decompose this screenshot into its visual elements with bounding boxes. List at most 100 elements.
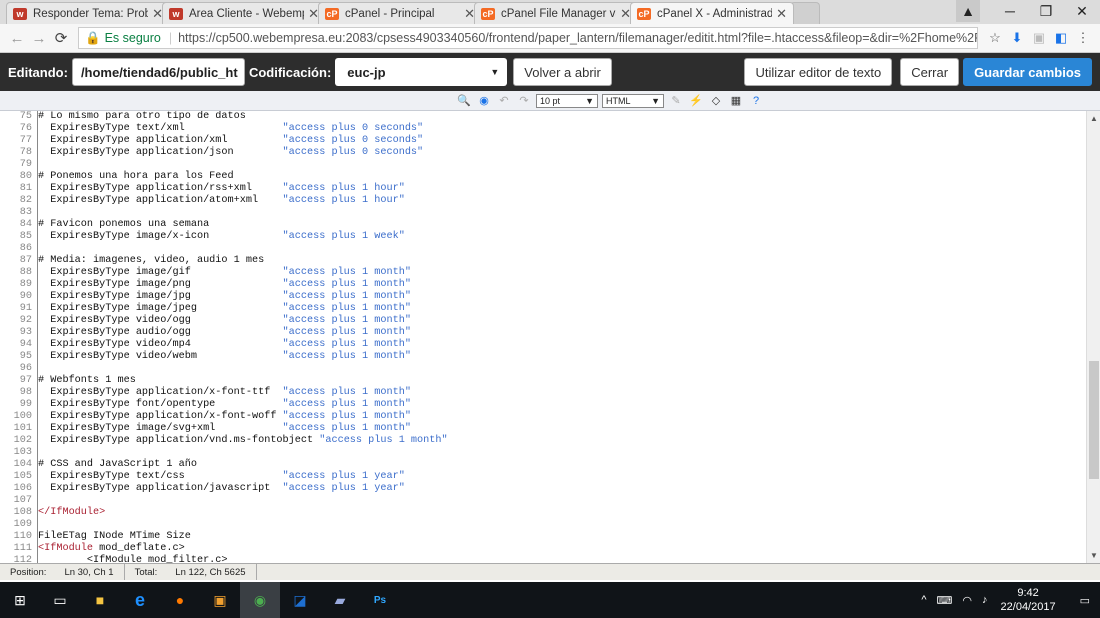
- scroll-down-icon[interactable]: ▼: [1087, 551, 1100, 560]
- new-tab-button[interactable]: [790, 2, 820, 24]
- text-editor-button[interactable]: Utilizar editor de texto: [744, 58, 893, 86]
- close-button[interactable]: Cerrar: [900, 58, 960, 86]
- url-bar[interactable]: 🔒 Es seguro | https://cp500.webempresa.e…: [78, 27, 978, 49]
- close-icon[interactable]: ✕: [776, 6, 787, 22]
- code-line[interactable]: 109: [0, 519, 1086, 531]
- maximize-icon[interactable]: ❐: [1028, 0, 1064, 22]
- code-line[interactable]: 98 ExpiresByType application/x-font-ttf …: [0, 387, 1086, 399]
- vertical-scrollbar[interactable]: ▲ ▼: [1086, 111, 1100, 563]
- code-line[interactable]: 94 ExpiresByType video/mp4 "access plus …: [0, 339, 1086, 351]
- tab-5-active[interactable]: cP cPanel X - Administrador ✕: [630, 2, 794, 24]
- code-line[interactable]: 102 ExpiresByType application/vnd.ms-fon…: [0, 435, 1086, 447]
- code-line[interactable]: 89 ExpiresByType image/png "access plus …: [0, 279, 1086, 291]
- file-explorer-icon[interactable]: ■: [80, 582, 120, 618]
- fullscreen-icon[interactable]: ▦: [728, 93, 744, 109]
- chrome-icon[interactable]: ◉: [240, 582, 280, 618]
- code-line[interactable]: 97 # Webfonts 1 mes: [0, 375, 1086, 387]
- back-icon[interactable]: ←: [6, 30, 28, 47]
- help-icon[interactable]: ?: [748, 93, 764, 109]
- code-line[interactable]: 83: [0, 207, 1086, 219]
- undo-icon[interactable]: ↶: [496, 93, 512, 109]
- scroll-thumb[interactable]: [1089, 361, 1099, 479]
- minimize-icon[interactable]: ─: [992, 0, 1028, 22]
- code-line[interactable]: 75 # Lo mismo para otro tipo de datos: [0, 111, 1086, 123]
- extension-icon[interactable]: ⬇: [1006, 30, 1028, 46]
- volume-icon[interactable]: ♪: [982, 594, 988, 606]
- extension-icon[interactable]: ◧: [1050, 30, 1072, 46]
- menu-icon[interactable]: ⋮: [1072, 30, 1094, 46]
- code-line[interactable]: 111 <IfModule mod_deflate.c>: [0, 543, 1086, 555]
- code-line[interactable]: 90 ExpiresByType image/jpg "access plus …: [0, 291, 1086, 303]
- forward-icon[interactable]: →: [28, 30, 50, 47]
- code-line[interactable]: 76 ExpiresByType text/xml "access plus 0…: [0, 123, 1086, 135]
- code-line[interactable]: 106 ExpiresByType application/javascript…: [0, 483, 1086, 495]
- eraser-icon[interactable]: ◇: [708, 93, 724, 109]
- line-number: 88: [19, 267, 32, 278]
- windows-start-icon[interactable]: ⊞: [0, 582, 40, 618]
- redo-icon[interactable]: ↷: [516, 93, 532, 109]
- clock[interactable]: 9:42 22/04/2017: [1001, 586, 1056, 614]
- code-line[interactable]: 81 ExpiresByType application/rss+xml "ac…: [0, 183, 1086, 195]
- code-line[interactable]: 96: [0, 363, 1086, 375]
- code-line[interactable]: 87 # Media: imagenes, video, audio 1 mes: [0, 255, 1086, 267]
- close-window-icon[interactable]: ✕: [1064, 0, 1100, 22]
- syntax-select[interactable]: HTML ▼: [602, 93, 664, 108]
- tab-1[interactable]: w Responder Tema: Problem ✕: [6, 2, 170, 24]
- tab-3[interactable]: cP cPanel - Principal ✕: [318, 2, 482, 24]
- highlight-icon[interactable]: ✎: [668, 93, 684, 109]
- encoding-select[interactable]: euc-jp ▼: [335, 58, 508, 86]
- string-token: "access plus 1 hour": [282, 195, 405, 206]
- media-icon[interactable]: ▣: [200, 582, 240, 618]
- wand-icon[interactable]: ⚡: [688, 93, 704, 109]
- code-line[interactable]: 112 <IfModule mod_filter.c>: [0, 555, 1086, 563]
- wifi-icon[interactable]: ◠: [962, 594, 972, 607]
- code-content[interactable]: 75 # Lo mismo para otro tipo de datos 76 E…: [0, 111, 1086, 563]
- code-line[interactable]: 103: [0, 447, 1086, 459]
- tab-2[interactable]: w Área Cliente - Webempres ✕: [162, 2, 326, 24]
- tab-4[interactable]: cP cPanel File Manager v3 ✕: [474, 2, 638, 24]
- notes-icon[interactable]: ▰: [320, 582, 360, 618]
- goto-icon[interactable]: ◉: [476, 93, 492, 109]
- code-line[interactable]: 101 ExpiresByType image/svg+xml "access …: [0, 423, 1086, 435]
- code-line[interactable]: 92 ExpiresByType video/ogg "access plus …: [0, 315, 1086, 327]
- keyboard-icon[interactable]: ⌨: [937, 594, 953, 607]
- code-line[interactable]: 78 ExpiresByType application/json "acces…: [0, 147, 1086, 159]
- code-line[interactable]: 80 # Ponemos una hora para los Feed: [0, 171, 1086, 183]
- extension-icon[interactable]: ▣: [1028, 30, 1050, 46]
- code-editor[interactable]: 75 # Lo mismo para otro tipo de datos 76 E…: [0, 111, 1100, 563]
- code-line[interactable]: 77 ExpiresByType application/xml "access…: [0, 135, 1086, 147]
- code-line[interactable]: 88 ExpiresByType image/gif "access plus …: [0, 267, 1086, 279]
- file-path-field[interactable]: /home/tiendad6/public_ht: [71, 58, 245, 86]
- code-line[interactable]: 100 ExpiresByType application/x-font-wof…: [0, 411, 1086, 423]
- search-icon[interactable]: 🔍: [456, 93, 472, 109]
- reopen-button[interactable]: Volver a abrir: [513, 58, 612, 86]
- notifications-icon[interactable]: ▭: [1080, 594, 1090, 607]
- code-line[interactable]: 91 ExpiresByType image/jpeg "access plus…: [0, 303, 1086, 315]
- scroll-up-icon[interactable]: ▲: [1087, 114, 1100, 123]
- string-token: "access plus 1 month": [282, 303, 411, 314]
- code-line[interactable]: 104 # CSS and JavaScript 1 año: [0, 459, 1086, 471]
- save-button[interactable]: Guardar cambios: [963, 58, 1092, 86]
- reload-icon[interactable]: ⟳: [50, 29, 72, 47]
- code-line[interactable]: 84 # Favicon ponemos una semana: [0, 219, 1086, 231]
- code-line[interactable]: 93 ExpiresByType audio/ogg "access plus …: [0, 327, 1086, 339]
- firefox-icon[interactable]: ●: [160, 582, 200, 618]
- code-line[interactable]: 107: [0, 495, 1086, 507]
- code-line[interactable]: 105 ExpiresByType text/css "access plus …: [0, 471, 1086, 483]
- code-line[interactable]: 95 ExpiresByType video/webm "access plus…: [0, 351, 1086, 363]
- user-icon[interactable]: ▲: [956, 0, 980, 22]
- edge-icon[interactable]: e: [120, 582, 160, 618]
- code-line[interactable]: 110 FileETag INode MTime Size: [0, 531, 1086, 543]
- code-line[interactable]: 79: [0, 159, 1086, 171]
- code-line[interactable]: 99 ExpiresByType font/opentype "access p…: [0, 399, 1086, 411]
- code-line[interactable]: 85 ExpiresByType image/x-icon "access pl…: [0, 231, 1086, 243]
- task-view-icon[interactable]: ▭: [40, 582, 80, 618]
- outlook-icon[interactable]: ◪: [280, 582, 320, 618]
- star-icon[interactable]: ☆: [984, 30, 1006, 46]
- chevron-up-icon[interactable]: ^: [921, 594, 926, 606]
- code-line[interactable]: 82 ExpiresByType application/atom+xml "a…: [0, 195, 1086, 207]
- photoshop-icon[interactable]: Ps: [360, 582, 400, 618]
- code-line[interactable]: 86: [0, 243, 1086, 255]
- font-size-select[interactable]: 10 pt ▼: [536, 93, 598, 108]
- code-line[interactable]: 108 </IfModule>: [0, 507, 1086, 519]
